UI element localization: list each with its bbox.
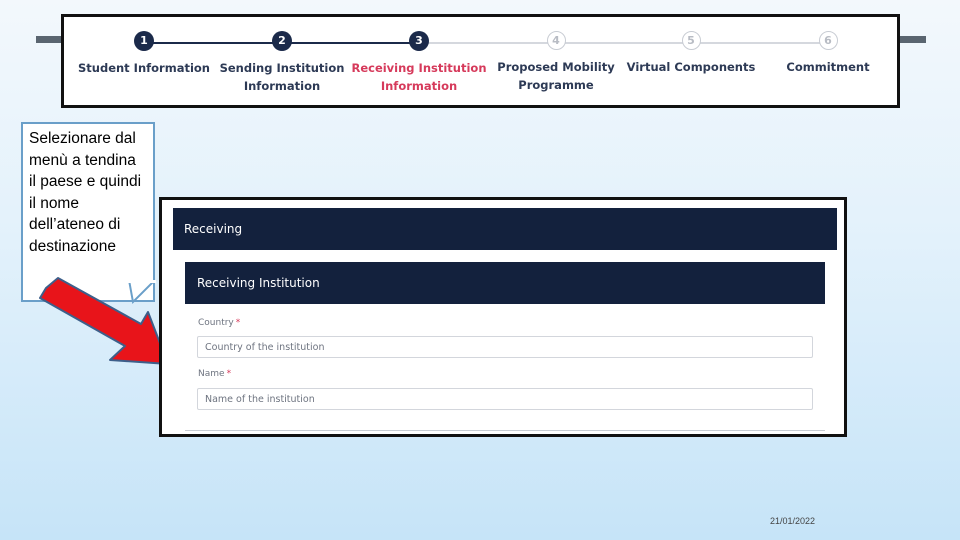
slide-date: 21/01/2022 (770, 516, 816, 526)
stepper-screenshot: 1 Student Information 2 Sending Institut… (61, 14, 900, 108)
receiving-header: Receiving (173, 208, 837, 250)
country-label-text: Country (198, 318, 234, 328)
step-number-badge: 2 (272, 31, 292, 51)
name-label: Name * (198, 369, 231, 379)
red-arrow-icon (39, 277, 169, 365)
step-student-information[interactable]: 1 Student Information (76, 31, 212, 77)
step-label: Proposed Mobility Programme (497, 60, 615, 92)
institution-name-select[interactable] (197, 388, 813, 410)
step-proposed-mobility[interactable]: 4 Proposed Mobility Programme (488, 31, 624, 94)
step-label: Commitment (786, 60, 870, 74)
step-label: Sending Institution Information (219, 61, 345, 93)
instruction-callout: Selezionare dal menù a tendina il paese … (21, 122, 155, 302)
step-number-badge: 3 (409, 31, 429, 51)
receiving-form-screenshot: Receiving Receiving Institution Country *… (159, 197, 847, 437)
country-label: Country * (198, 318, 240, 328)
step-label: Receiving Institution Information (351, 61, 487, 93)
required-asterisk: * (235, 318, 241, 328)
receiving-institution-section-title: Receiving Institution (185, 262, 825, 304)
country-select[interactable] (197, 336, 813, 358)
step-virtual-components[interactable]: 5 Virtual Components (623, 31, 759, 76)
step-label: Virtual Components (626, 60, 756, 74)
step-number-badge: 4 (546, 31, 566, 50)
step-number-badge: 1 (134, 31, 154, 51)
step-number-badge: 5 (681, 31, 701, 50)
step-commitment[interactable]: 6 Commitment (760, 31, 896, 76)
step-sending-institution[interactable]: 2 Sending Institution Information (214, 31, 350, 95)
name-label-text: Name (198, 369, 225, 379)
step-number-badge: 6 (818, 31, 838, 50)
callout-text: Selezionare dal menù a tendina il paese … (29, 130, 142, 255)
required-asterisk: * (226, 369, 232, 379)
step-receiving-institution[interactable]: 3 Receiving Institution Information (351, 31, 487, 95)
section-divider (185, 430, 825, 431)
step-label: Student Information (78, 61, 210, 75)
decorative-bar-right (896, 36, 926, 43)
